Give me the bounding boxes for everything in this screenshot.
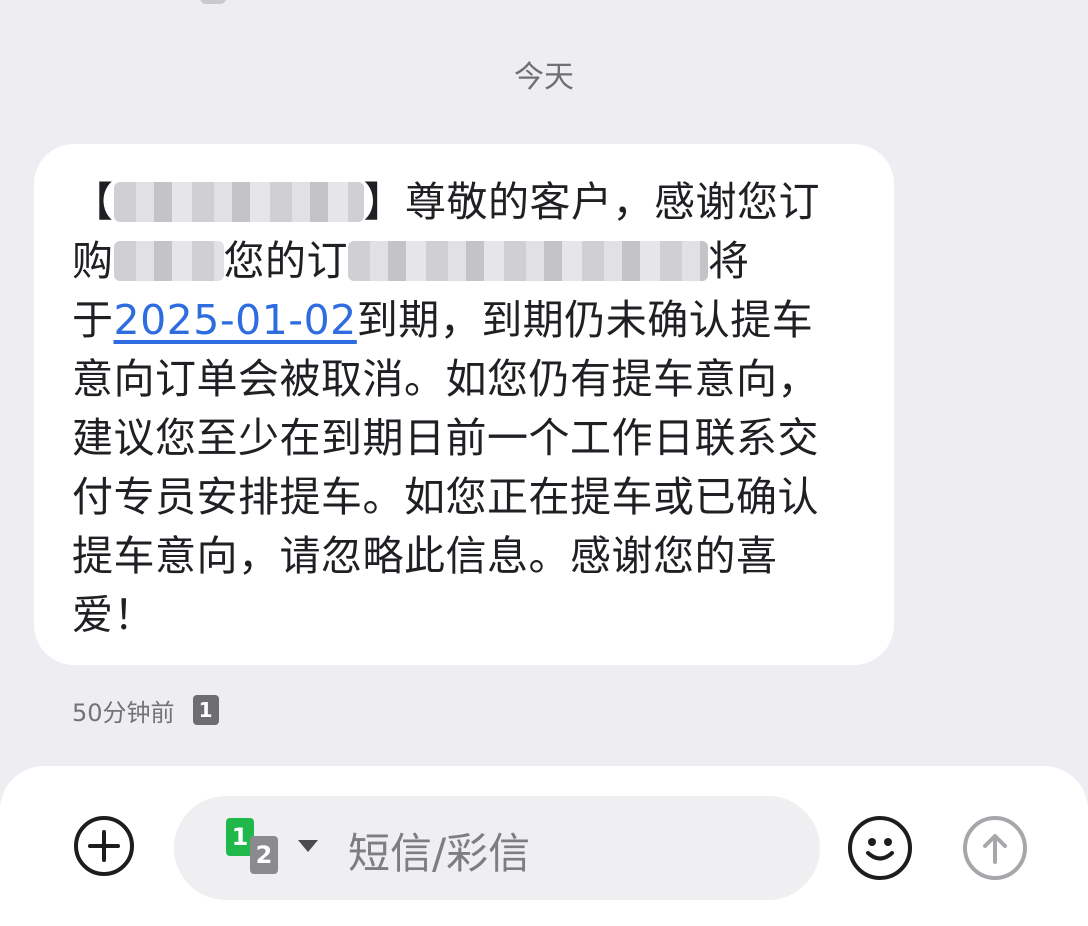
date-separator: 今天 — [514, 60, 574, 95]
message-text: 【】尊敬的客户，感谢您订 购您的订将 于2025-01-02到期，到期仍未确认提… — [72, 178, 820, 639]
redacted-product — [113, 241, 224, 281]
due-date-link[interactable]: 2025-01-02 — [114, 296, 357, 344]
plus-icon — [88, 830, 120, 862]
timestamp: 50分钟前 — [72, 698, 175, 727]
input-placeholder: 短信/彩信 — [348, 829, 531, 878]
message-meta: 50分钟前 1 — [72, 692, 219, 728]
sim-selector[interactable]: 1 2 — [226, 818, 290, 876]
arrow-up-icon — [983, 834, 1007, 864]
redacted-sender — [113, 182, 364, 222]
chevron-down-icon[interactable] — [298, 840, 318, 852]
redacted-order-number — [348, 241, 708, 281]
send-button[interactable] — [963, 816, 1027, 880]
smiley-icon — [866, 838, 894, 861]
message-bubble[interactable]: 【】尊敬的客户，感谢您订 购您的订将 于2025-01-02到期，到期仍未确认提… — [34, 144, 894, 665]
add-attachment-button[interactable] — [74, 816, 134, 876]
sim-card-icon: 1 — [192, 695, 219, 725]
sim-2-icon: 2 — [250, 836, 278, 874]
emoji-button[interactable] — [848, 816, 912, 880]
top-indicator — [200, 0, 226, 4]
